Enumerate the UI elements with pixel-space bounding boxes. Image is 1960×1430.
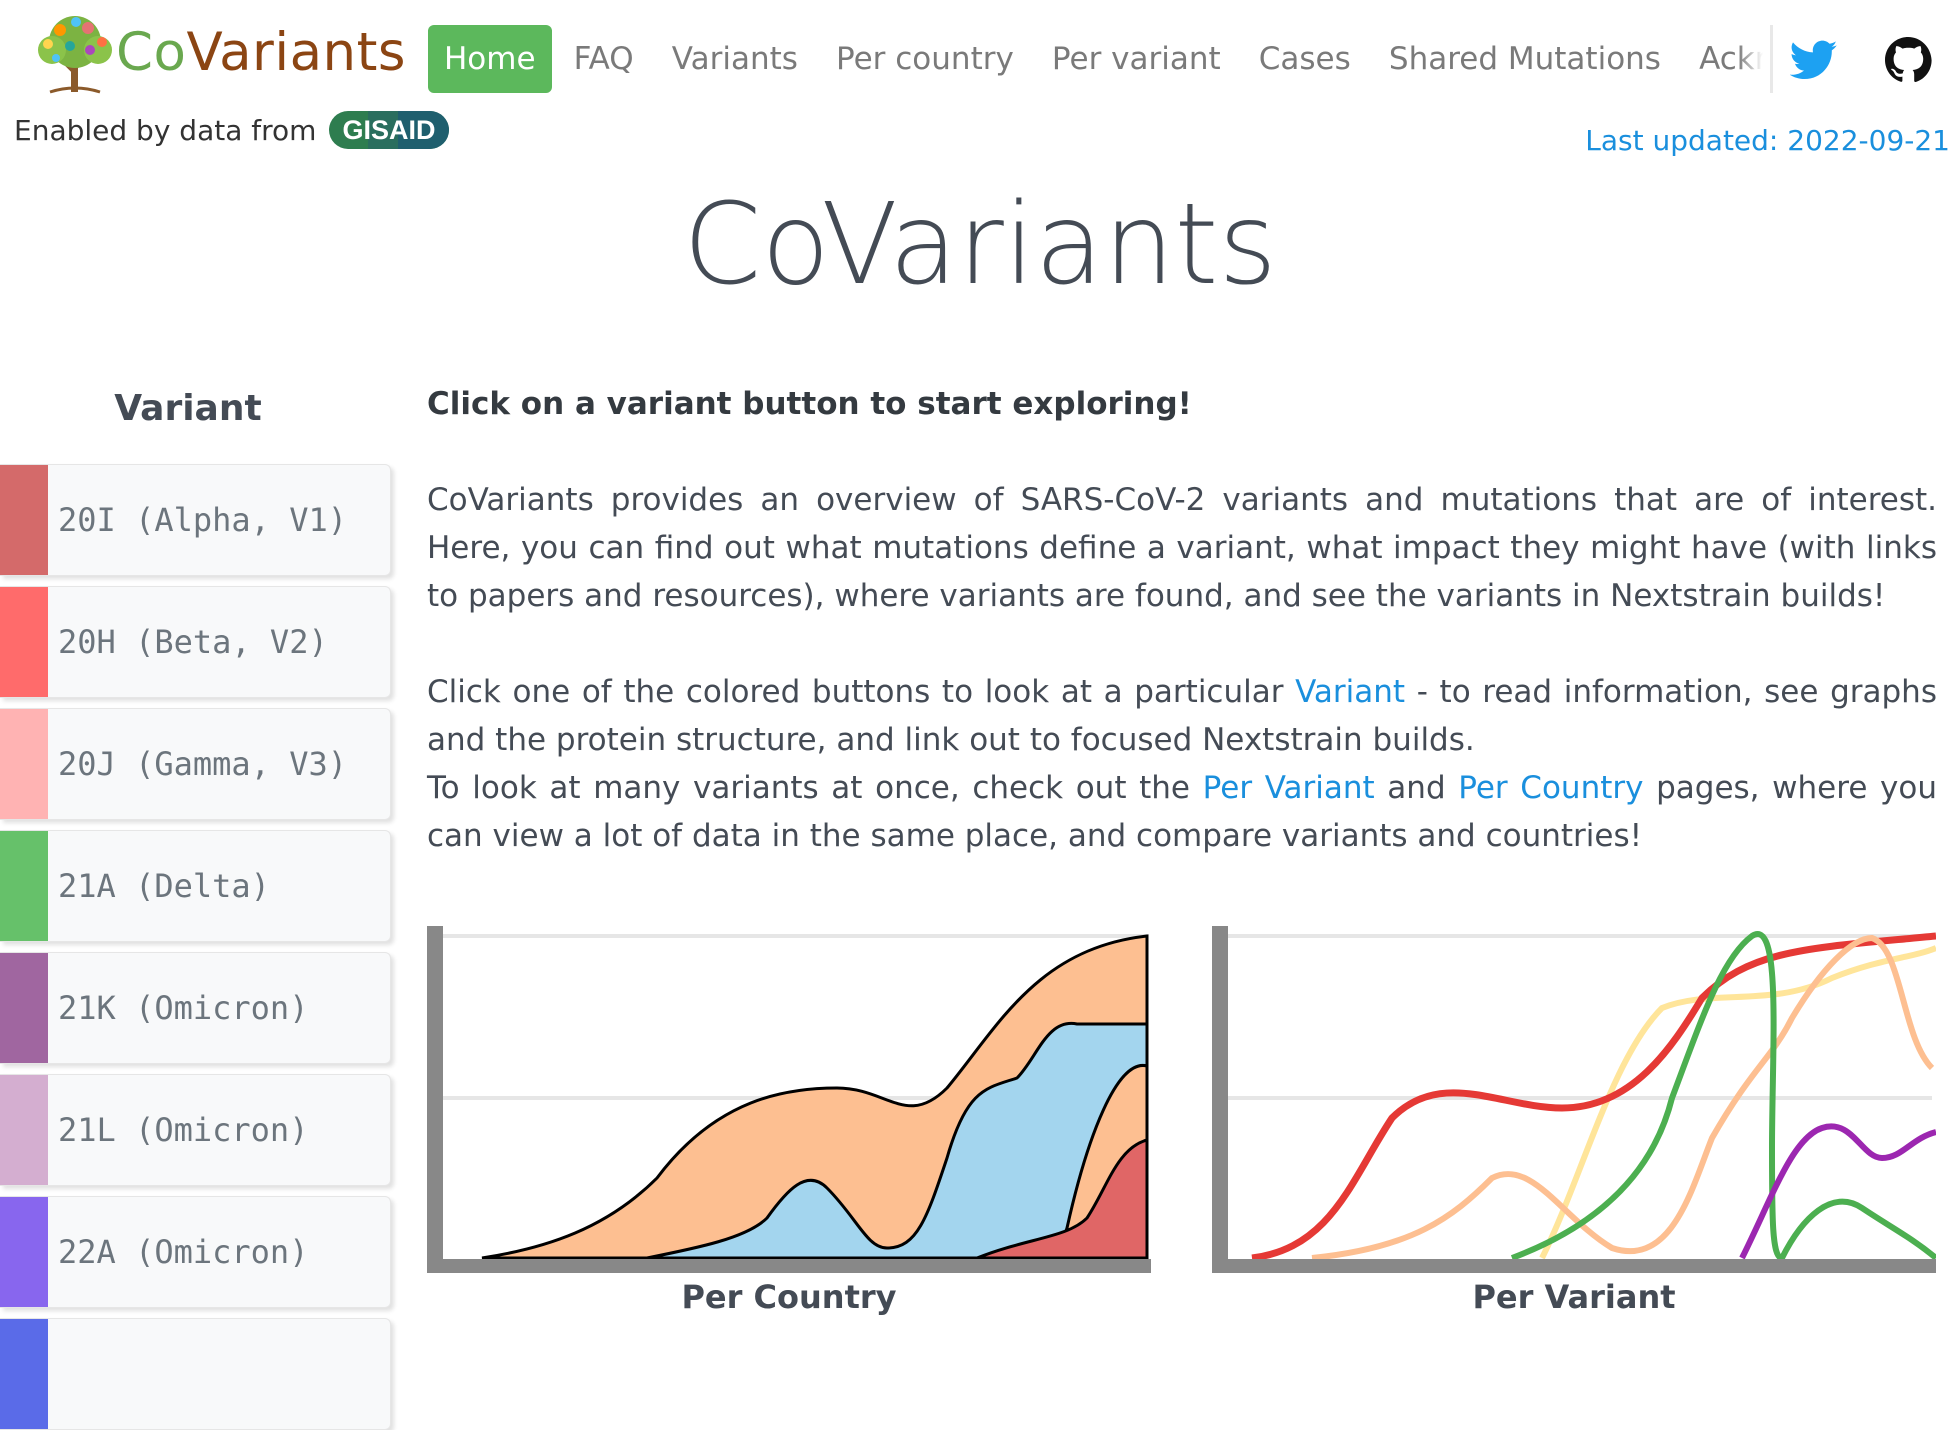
nav-overflow-fade bbox=[1738, 25, 1774, 93]
per-country-chart-illustration[interactable] bbox=[427, 918, 1151, 1278]
para3-text-before: To look at many variants at once, check … bbox=[427, 770, 1191, 806]
variant-color-swatch bbox=[0, 831, 48, 941]
variant-button-20h[interactable]: 20H (Beta, V2) bbox=[0, 586, 391, 698]
nav-variants[interactable]: Variants bbox=[656, 25, 814, 93]
sidebar-heading: Variant bbox=[114, 388, 262, 429]
per-country-caption: Per Country bbox=[681, 1278, 897, 1316]
github-icon[interactable] bbox=[1884, 36, 1932, 84]
variant-button-21a[interactable]: 21A (Delta) bbox=[0, 830, 391, 942]
per-variant-caption: Per Variant bbox=[1472, 1278, 1676, 1316]
enabled-by: Enabled by data from GISAID bbox=[14, 110, 450, 150]
variant-button-21k[interactable]: 21K (Omicron) bbox=[0, 952, 391, 1064]
main-nav: Home FAQ Variants Per country Per varian… bbox=[428, 25, 1774, 93]
last-updated-label: Last updated: bbox=[1585, 124, 1779, 157]
tree-logo-icon[interactable] bbox=[30, 12, 120, 96]
variant-label: 21A (Delta) bbox=[58, 867, 270, 905]
variant-label: 21K (Omicron) bbox=[58, 989, 309, 1027]
variant-label: 20J (Gamma, V3) bbox=[58, 745, 347, 783]
variant-button-next[interactable] bbox=[0, 1318, 391, 1430]
variant-link[interactable]: Variant bbox=[1295, 674, 1405, 710]
variant-color-swatch bbox=[0, 953, 48, 1063]
nav-per-country[interactable]: Per country bbox=[820, 25, 1030, 93]
variant-color-swatch bbox=[0, 1197, 48, 1307]
para3-text-mid: and bbox=[1387, 770, 1446, 806]
per-country-link[interactable]: Per Country bbox=[1458, 770, 1643, 806]
variant-color-swatch bbox=[0, 709, 48, 819]
variant-label: 20I (Alpha, V1) bbox=[58, 501, 347, 539]
page-title: CoVariants bbox=[683, 180, 1277, 310]
enabled-by-text: Enabled by data from bbox=[14, 113, 317, 147]
per-variant-link[interactable]: Per Variant bbox=[1203, 770, 1375, 806]
brand-name[interactable]: CoVariants bbox=[116, 18, 406, 88]
variant-color-swatch bbox=[0, 1319, 48, 1429]
nav-faq[interactable]: FAQ bbox=[558, 25, 650, 93]
variant-color-swatch bbox=[0, 587, 48, 697]
gisaid-badge-text: GISAID bbox=[343, 115, 436, 145]
nav-shared-mutations[interactable]: Shared Mutations bbox=[1373, 25, 1677, 93]
nav-divider bbox=[1770, 25, 1773, 93]
brand-co: Co bbox=[116, 22, 187, 83]
twitter-icon[interactable] bbox=[1790, 36, 1838, 84]
variant-button-20j[interactable]: 20J (Gamma, V3) bbox=[0, 708, 391, 820]
variant-button-21l[interactable]: 21L (Omicron) bbox=[0, 1074, 391, 1186]
intro-paragraph-2: Click one of the colored buttons to look… bbox=[427, 668, 1937, 764]
last-updated-date[interactable]: 2022-09-21 bbox=[1787, 124, 1950, 157]
variant-label: 21L (Omicron) bbox=[58, 1111, 309, 1149]
variant-color-swatch bbox=[0, 465, 48, 575]
brand-variants: Variants bbox=[186, 22, 407, 83]
nav-cases[interactable]: Cases bbox=[1243, 25, 1367, 93]
intro-section: Click on a variant button to start explo… bbox=[427, 380, 1937, 860]
intro-paragraph-3: To look at many variants at once, check … bbox=[427, 764, 1937, 860]
nav-per-variant[interactable]: Per variant bbox=[1036, 25, 1237, 93]
per-variant-chart-illustration[interactable] bbox=[1212, 918, 1936, 1278]
variant-button-20i[interactable]: 20I (Alpha, V1) bbox=[0, 464, 391, 576]
intro-paragraph-1: CoVariants provides an overview of SARS-… bbox=[427, 482, 1937, 614]
nav-home[interactable]: Home bbox=[428, 25, 552, 93]
last-updated: Last updated: 2022-09-21 bbox=[1585, 124, 1950, 157]
variant-button-22a[interactable]: 22A (Omicron) bbox=[0, 1196, 391, 1308]
intro-headline: Click on a variant button to start explo… bbox=[427, 386, 1192, 422]
para2-text-before: Click one of the colored buttons to look… bbox=[427, 674, 1284, 710]
gisaid-badge[interactable]: GISAID bbox=[328, 110, 450, 150]
variant-label: 22A (Omicron) bbox=[58, 1233, 309, 1271]
variant-color-swatch bbox=[0, 1075, 48, 1185]
variant-label: 20H (Beta, V2) bbox=[58, 623, 328, 661]
